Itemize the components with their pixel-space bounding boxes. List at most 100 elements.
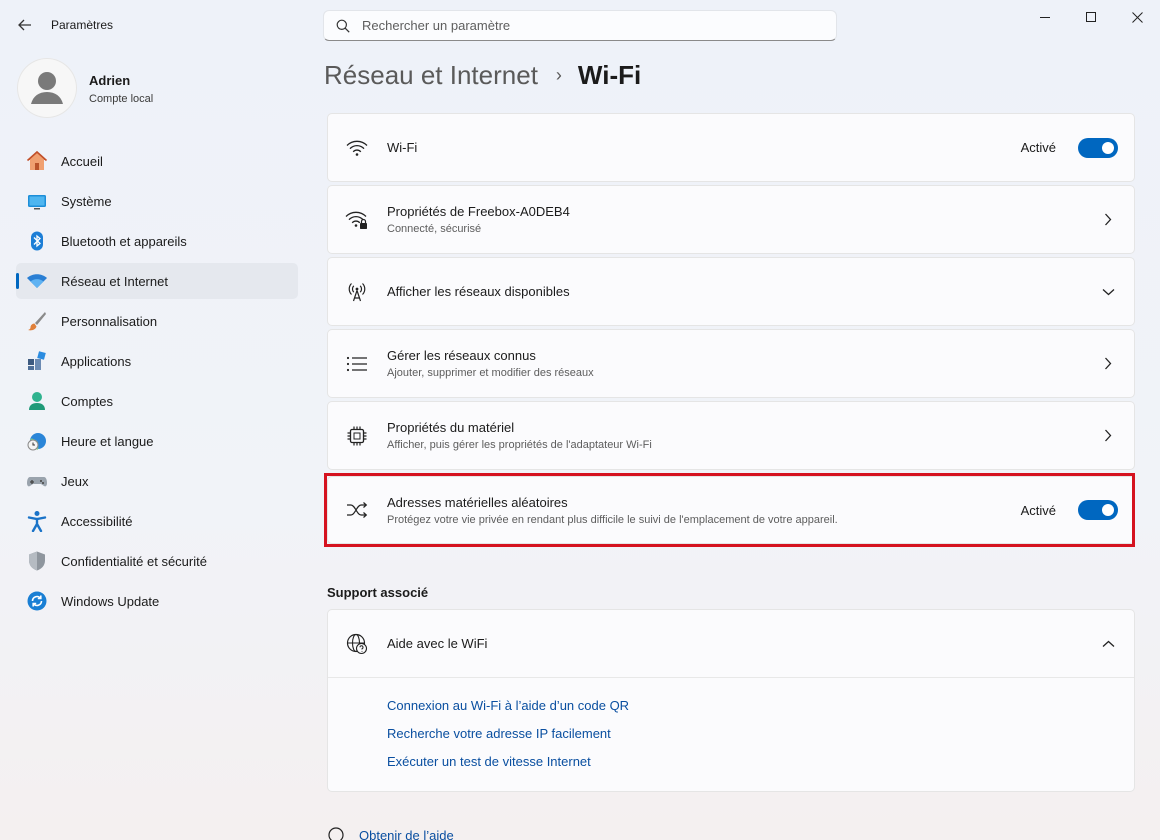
sidebar-item-label: Confidentialité et sécurité [61,553,207,569]
chevron-right-icon [1100,356,1116,372]
back-arrow-icon [18,19,31,31]
random-mac-toggle[interactable] [1078,500,1118,520]
wifi-help-header[interactable]: Aide avec le WiFi [328,610,1134,678]
bluetooth-icon [26,230,48,252]
available-networks-card[interactable]: Afficher les réseaux disponibles [327,257,1135,326]
sidebar-item-label: Jeux [61,473,89,489]
sidebar-item-label: Accueil [61,153,103,169]
globe-help-icon [344,631,370,657]
search-box[interactable] [323,10,837,41]
shuffle-icon [344,497,370,523]
sidebar-item-label: Réseau et Internet [61,273,168,289]
wifi-icon [26,270,48,292]
page-title: Wi-Fi [577,60,642,90]
sidebar-item-label: Accessibilité [61,513,133,529]
hardware-properties-title: Propriétés du matériel [387,420,515,435]
sidebar-item-applications[interactable]: Applications [16,343,298,379]
home-icon [26,150,48,172]
chevron-right-icon [1100,428,1116,444]
sidebar-item-personnalisation[interactable]: Personnalisation [16,303,298,339]
random-mac-card[interactable]: Adresses matérielles aléatoires Protégez… [327,476,1135,544]
close-icon [1131,11,1143,23]
wifi-toggle[interactable] [1078,137,1118,158]
clock-globe-icon [26,430,48,452]
breadcrumb: Réseau et Internet › Wi-Fi [324,60,641,91]
chevron-up-icon [1100,636,1116,652]
search-input[interactable] [362,18,802,33]
help-link-ip-address[interactable]: Recherche votre adresse IP facilement [387,726,1134,741]
sidebar-item-systeme[interactable]: Système [16,183,298,219]
shield-icon [26,550,48,572]
chip-icon [344,423,370,449]
accessibility-icon [26,510,48,532]
sidebar-item-windows-update[interactable]: Windows Update [16,583,298,619]
sidebar-item-label: Système [61,193,112,209]
search-icon [336,19,350,33]
maximize-icon [1085,11,1096,22]
sidebar-item-heure[interactable]: Heure et langue [16,423,298,459]
chevron-right-icon [1100,212,1116,228]
user-name: Adrien [89,73,131,88]
avatar[interactable] [17,58,77,118]
sidebar-item-label: Bluetooth et appareils [61,233,187,249]
close-button[interactable] [1114,0,1160,34]
sidebar-item-jeux[interactable]: Jeux [16,463,298,499]
help-link-speed-test[interactable]: Exécuter un test de vitesse Internet [387,754,1134,769]
network-properties-card[interactable]: Propriétés de Freebox-A0DEB4 Connecté, s… [327,185,1135,254]
sidebar-item-confidentialite[interactable]: Confidentialité et sécurité [16,543,298,579]
hardware-properties-subtitle: Afficher, puis gérer les propriétés de l… [387,439,652,451]
help-chat-icon [328,827,344,840]
update-icon [26,590,48,612]
settings-window: Paramètres Adrien Compte local Accueil [0,0,1160,840]
breadcrumb-separator: › [555,65,562,85]
random-mac-state-label: Activé [1020,502,1056,518]
back-button[interactable] [10,12,40,38]
random-mac-subtitle: Protégez votre vie privée en rendant plu… [387,513,838,526]
get-help-label: Obtenir de l’aide [359,827,454,840]
wifi-state-label: Activé [1020,140,1056,155]
sidebar-item-comptes[interactable]: Comptes [16,383,298,419]
sidebar-item-accessibilite[interactable]: Accessibilité [16,503,298,539]
chevron-down-icon [1100,284,1116,300]
support-section-title: Support associé [327,585,429,600]
wifi-help-title: Aide avec le WiFi [387,636,488,651]
minimize-button[interactable] [1022,0,1068,34]
wifi-icon [344,135,370,161]
gamepad-icon [26,470,48,492]
wifi-toggle-card[interactable]: Wi-Fi Activé [327,113,1135,182]
minimize-icon [1039,16,1050,18]
list-icon [344,351,370,377]
sidebar-item-accueil[interactable]: Accueil [16,143,298,179]
known-networks-card[interactable]: Gérer les réseaux connus Ajouter, suppri… [327,329,1135,398]
sidebar-item-label: Comptes [61,393,114,409]
sidebar-item-label: Personnalisation [61,313,158,329]
brush-icon [26,310,48,332]
sidebar-item-label: Applications [61,353,132,369]
app-title: Paramètres [51,18,114,32]
available-networks-title: Afficher les réseaux disponibles [387,284,570,299]
get-help-link[interactable]: Obtenir de l’aide [327,826,454,840]
user-silhouette-icon [31,72,63,104]
maximize-button[interactable] [1068,0,1114,34]
sidebar-item-reseau[interactable]: Réseau et Internet [16,263,298,299]
sidebar-item-label: Heure et langue [61,433,154,449]
wifi-help-card: Aide avec le WiFi Connexion au Wi-Fi à l… [327,609,1135,792]
network-properties-title: Propriétés de Freebox-A0DEB4 [387,204,570,219]
sidebar-item-bluetooth[interactable]: Bluetooth et appareils [16,223,298,259]
network-properties-subtitle: Connecté, sécurisé [387,223,482,235]
help-link-qr-code[interactable]: Connexion au Wi-Fi à l’aide d’un code QR [387,698,1134,713]
hardware-properties-card[interactable]: Propriétés du matériel Afficher, puis gé… [327,401,1135,470]
apps-icon [26,350,48,372]
known-networks-subtitle: Ajouter, supprimer et modifier des résea… [387,367,594,379]
known-networks-title: Gérer les réseaux connus [387,348,536,363]
breadcrumb-parent[interactable]: Réseau et Internet [324,60,538,91]
help-links: Connexion au Wi-Fi à l’aide d’un code QR… [328,678,1134,769]
accounts-icon [26,390,48,412]
secure-wifi-icon [344,207,370,233]
system-icon [26,190,48,212]
sidebar-item-label: Windows Update [61,593,160,609]
wifi-title: Wi-Fi [387,140,418,155]
antenna-icon [344,279,370,305]
user-account-type: Compte local [89,93,154,105]
sidebar-nav: Accueil Système Bluetooth et appareils R… [16,143,298,623]
